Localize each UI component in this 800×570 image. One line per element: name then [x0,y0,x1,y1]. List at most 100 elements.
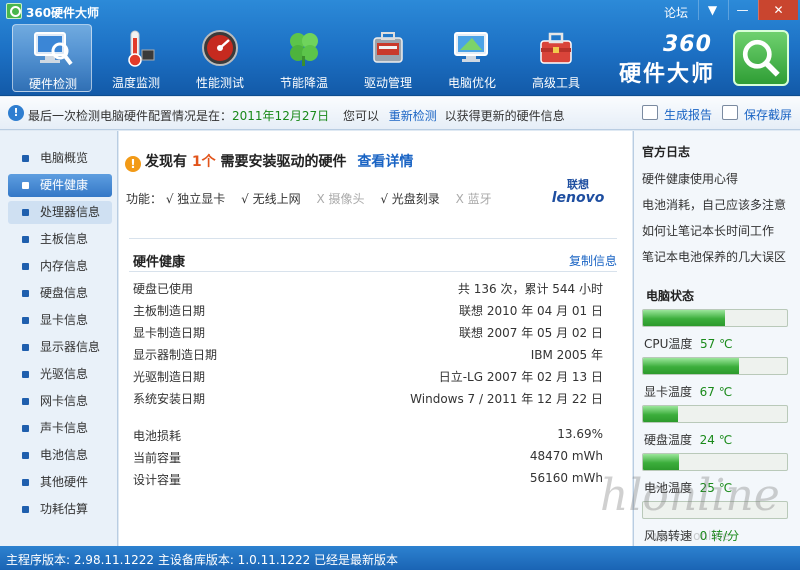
app-header: 360硬件大师 论坛 ▼ — ✕ 硬件检测 温度监测 性能测试 节能降温 驱动管… [0,0,800,96]
sidebar-item-label: 网卡信息 [40,394,89,408]
app-logo-icon [6,3,22,19]
speedometer-icon [202,30,238,66]
nav-energy-saving[interactable]: 节能降温 [264,24,344,92]
log-link[interactable]: 如何让笔记本长时间工作 [642,222,774,239]
section-title: 硬件健康 [133,255,186,270]
feature-item: √ 光盘刻录 [380,192,440,206]
nav-hardware-detect[interactable]: 硬件检测 [12,24,92,92]
generate-report-button[interactable]: 生成报告 [642,105,713,123]
status-bar: 主程序版本: 2.98.11.1222 主设备库版本: 1.0.11.1222 … [0,546,800,570]
sidebar-item-display[interactable]: 显示器信息 [8,336,112,359]
clover-fan-icon [290,33,318,66]
cpu-temp-gauge [642,309,788,327]
bullet-icon [22,479,29,486]
sidebar-item-motherboard[interactable]: 主板信息 [8,228,112,251]
bullet-icon [22,182,29,189]
forum-link[interactable]: 论坛 [664,4,688,21]
log-link[interactable]: 笔记本电池保养的几大误区 [642,248,786,265]
nav-performance[interactable]: 性能测试 [180,24,260,92]
info-row: 系统安装日期 Windows 7 / 2011 年 12 月 22 日 [133,390,603,408]
sidebar-item-label: 显示器信息 [40,340,101,354]
log-link[interactable]: 电池消耗，自己应该多注意 [642,196,786,213]
row-value: 共 136 次，累计 544 小时 [457,282,603,296]
save-label: 保存截屏 [744,108,793,122]
feature-item: √ 独立显卡 [165,192,226,206]
bullet-icon [22,290,29,297]
sidebar-item-disk[interactable]: 硬盘信息 [8,282,112,305]
sidebar-item-label: 功耗估算 [40,502,89,516]
recheck-link[interactable]: 重新检测 [389,109,437,123]
gauge-fill [643,406,678,422]
sidebar-item-battery[interactable]: 电池信息 [8,444,112,467]
sidebar-item-gpu[interactable]: 显卡信息 [8,309,112,332]
thermometer-icon [128,30,155,67]
row-label: 电池损耗 [133,429,182,443]
bullet-icon [22,371,29,378]
features-label: 功能： [126,192,163,206]
sidebar-item-label: 处理器信息 [40,205,101,219]
sidebar-item-overview[interactable]: 电脑概览 [8,147,112,170]
sidebar-item-label: 显卡信息 [40,313,89,327]
row-label: 光驱制造日期 [133,370,206,384]
disk-temp-gauge [642,405,788,423]
bullet-icon [22,209,29,216]
battery-row: 电池损耗 13.69% [133,427,603,445]
row-value: 日立-LG 2007 年 02 月 13 日 [438,370,603,384]
info-prefix: 最后一次检测电脑硬件配置情况是在： [28,109,233,123]
minimize-button[interactable]: — [728,0,756,20]
report-label: 生成报告 [664,108,713,122]
monitor-magnifier-icon [34,32,73,66]
nav-temperature[interactable]: 温度监测 [96,24,176,92]
close-button[interactable]: ✕ [758,0,798,20]
lenovo-logo-en: lenovo [551,190,605,206]
row-value: 13.69% [557,427,603,441]
battery-row: 设计容量 56160 mWh [133,471,603,489]
divider [129,271,617,272]
menu-dropdown-button[interactable]: ▼ [698,0,726,20]
row-value: 联想 2007 年 05 月 02 日 [459,326,603,340]
sidebar-item-label: 电池信息 [40,448,89,462]
sidebar-item-hardware-health[interactable]: 硬件健康 [8,174,112,197]
sidebar-item-network[interactable]: 网卡信息 [8,390,112,413]
sidebar-item-label: 内存信息 [40,259,89,273]
row-label: 主板制造日期 [133,304,206,318]
info-row: 显卡制造日期 联想 2007 年 05 月 02 日 [133,324,603,342]
camera-icon [722,105,738,120]
feature-item: √ 无线上网 [241,192,301,206]
sidebar-item-memory[interactable]: 内存信息 [8,255,112,278]
sidebar-item-cpu[interactable]: 处理器信息 [8,201,112,224]
nav-label: 硬件检测 [28,77,77,91]
driver-toolbox-icon [373,32,403,63]
sidebar-item-sound[interactable]: 声卡信息 [8,417,112,440]
sidebar-item-optical[interactable]: 光驱信息 [8,363,112,386]
gauge-label: 电池温度 25 ℃ [644,479,732,496]
copy-info-link[interactable]: 复制信息 [569,252,617,269]
nav-pc-optimize[interactable]: 电脑优化 [432,24,512,92]
gauge-value: 0 转/分 [699,529,740,543]
gauge-fill [643,310,726,326]
sidebar-item-label: 电脑概览 [40,151,89,165]
brand-number: 360 [663,32,712,57]
sidebar-item-other[interactable]: 其他硬件 [8,471,112,494]
nav-driver-management[interactable]: 驱动管理 [348,24,428,92]
brand-logo: 360 硬件大师 [617,26,797,92]
row-label: 系统安装日期 [133,392,206,406]
save-screenshot-button[interactable]: 保存截屏 [722,105,793,123]
info-row: 显示器制造日期 IBM 2005 年 [133,346,603,364]
view-details-link[interactable]: 查看详情 [357,154,413,170]
log-link[interactable]: 硬件健康使用心得 [642,170,738,187]
nav-label: 性能测试 [195,76,244,90]
nav-advanced-tools[interactable]: 高级工具 [516,24,596,92]
row-label: 显卡制造日期 [133,326,206,340]
info-row: 主板制造日期 联想 2010 年 04 月 01 日 [133,302,603,320]
version-status: 主程序版本: 2.98.11.1222 主设备库版本: 1.0.11.1222 … [6,553,399,567]
row-label: 硬盘已使用 [133,282,194,296]
sidebar-item-power[interactable]: 功耗估算 [8,498,112,521]
gauge-name: 硬盘温度 [644,433,693,447]
info-icon: ! [8,105,24,121]
info-bar: ! 最后一次检测电脑硬件配置情况是在：2011年12月27日 您可以 重新检测 … [0,97,800,130]
printer-icon [642,105,658,120]
row-value: 48470 mWh [529,449,603,463]
bullet-icon [22,263,29,270]
title-bar: 360硬件大师 论坛 ▼ — ✕ [0,0,800,22]
